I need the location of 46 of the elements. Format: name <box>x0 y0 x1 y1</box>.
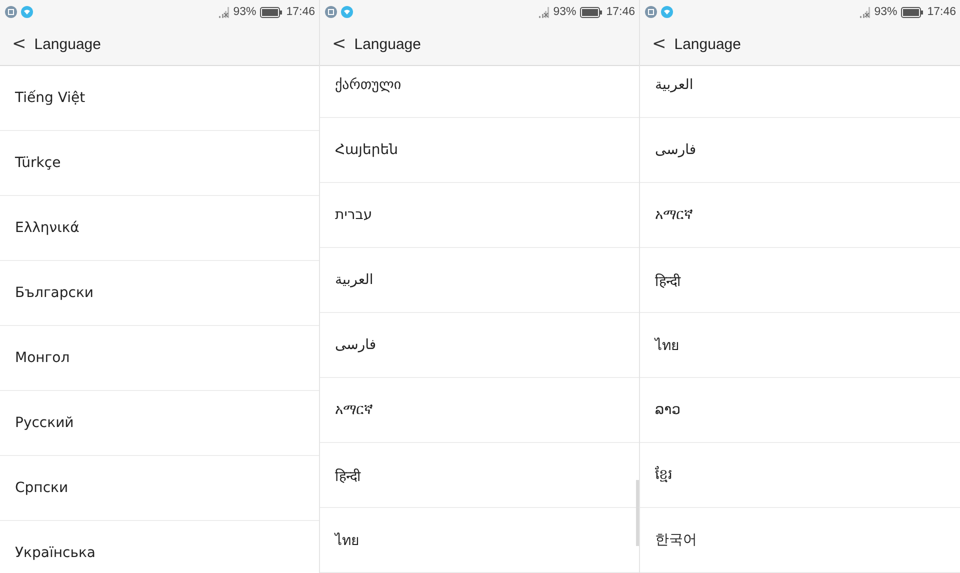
signal-icon <box>860 6 870 18</box>
language-item[interactable]: ລາວ <box>640 378 960 443</box>
battery-icon <box>580 6 602 18</box>
language-item[interactable]: فارسی <box>640 118 960 183</box>
language-item[interactable]: Ελληνικά <box>0 196 319 261</box>
battery-percentage: 93% <box>233 6 256 18</box>
language-item[interactable]: हिन्दी <box>640 248 960 313</box>
clock-time: 17:46 <box>927 6 956 18</box>
language-item[interactable]: العربية <box>320 248 639 313</box>
battery-icon <box>260 6 282 18</box>
wifi-icon <box>21 6 33 18</box>
language-item[interactable]: العربية <box>640 66 960 118</box>
page-title: Language <box>354 36 421 53</box>
language-item[interactable]: Български <box>0 261 319 326</box>
language-item[interactable]: ไทย <box>640 313 960 378</box>
back-button[interactable]: < <box>10 36 28 53</box>
wifi-icon <box>341 6 353 18</box>
language-item[interactable]: ខ្មែរ <box>640 443 960 508</box>
language-item[interactable]: Türkçe <box>0 131 319 196</box>
language-item[interactable]: አማርኛ <box>640 183 960 248</box>
notification-icon <box>645 6 657 18</box>
wifi-icon <box>661 6 673 18</box>
language-item[interactable]: עברית <box>320 183 639 248</box>
battery-icon <box>901 6 924 18</box>
language-item[interactable]: Հայերեն <box>320 118 639 183</box>
language-item[interactable]: አማርኛ <box>320 378 639 443</box>
back-button[interactable]: < <box>330 36 348 53</box>
language-item[interactable]: Монгол <box>0 326 319 391</box>
language-item[interactable]: Русский <box>0 391 319 456</box>
language-item[interactable]: Українська <box>0 521 319 573</box>
back-button[interactable]: < <box>650 36 668 53</box>
language-item[interactable]: ქართული <box>320 66 639 118</box>
clock-time: 17:46 <box>286 6 315 18</box>
signal-icon <box>539 6 550 18</box>
battery-percentage: 93% <box>874 6 898 18</box>
notification-icon <box>325 6 337 18</box>
page-title: Language <box>34 36 101 53</box>
clock-time: 17:46 <box>606 6 635 18</box>
language-item[interactable]: 한국어 <box>640 508 960 573</box>
notification-icon <box>5 6 17 18</box>
page-title: Language <box>674 36 741 53</box>
battery-percentage: 93% <box>553 6 576 18</box>
language-item[interactable]: فارسی <box>320 313 639 378</box>
language-item[interactable]: Tiếng Việt <box>0 66 319 131</box>
signal-icon <box>219 6 230 18</box>
language-item[interactable]: Српски <box>0 456 319 521</box>
